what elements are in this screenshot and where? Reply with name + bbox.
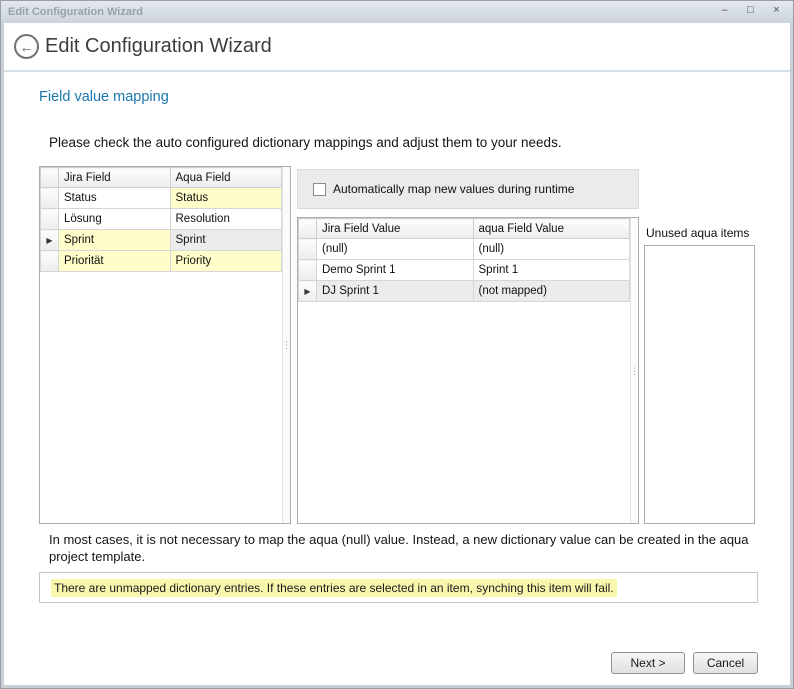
value-grid-scrollbar[interactable]: ⋮ bbox=[630, 218, 638, 523]
close-icon[interactable]: × bbox=[768, 3, 785, 18]
column-header-aqua-field[interactable]: Aqua Field bbox=[170, 168, 282, 188]
window-frame: Edit Configuration Wizard – □ × ← Edit C… bbox=[0, 0, 794, 689]
titlebar: Edit Configuration Wizard – □ × bbox=[1, 1, 793, 23]
jira-field-value-cell[interactable]: (null) bbox=[317, 239, 474, 260]
auto-map-checkbox-label[interactable]: Automatically map new values during runt… bbox=[333, 182, 574, 196]
field-mapping-table: Jira Field Aqua Field StatusStatusLösung… bbox=[40, 167, 282, 272]
current-row-marker[interactable]: ▶ bbox=[299, 281, 317, 302]
table-row: PrioritätPriority bbox=[41, 251, 282, 272]
warning-text: There are unmapped dictionary entries. I… bbox=[51, 579, 617, 597]
instruction-text: Please check the auto configured diction… bbox=[49, 135, 562, 150]
column-header-aqua-field-value[interactable]: aqua Field Value bbox=[473, 219, 630, 239]
section-title: Field value mapping bbox=[39, 89, 169, 105]
field-mapping-grid: Jira Field Aqua Field StatusStatusLösung… bbox=[39, 166, 291, 524]
window-title: Edit Configuration Wizard bbox=[8, 6, 143, 18]
aqua-field-value-cell[interactable]: (null) bbox=[473, 239, 630, 260]
row-selector[interactable] bbox=[299, 239, 317, 260]
row-selector[interactable] bbox=[41, 209, 59, 230]
value-mapping-grid: Jira Field Value aqua Field Value (null)… bbox=[297, 217, 639, 524]
jira-field-cell[interactable]: Lösung bbox=[59, 209, 171, 230]
next-button[interactable]: Next > bbox=[611, 652, 685, 674]
unused-aqua-items-listbox[interactable] bbox=[644, 245, 755, 524]
value-mapping-table: Jira Field Value aqua Field Value (null)… bbox=[298, 218, 630, 302]
maximize-icon[interactable]: □ bbox=[742, 3, 759, 18]
back-button[interactable]: ← bbox=[14, 34, 39, 59]
table-row: (null)(null) bbox=[299, 239, 630, 260]
aqua-field-value-cell[interactable]: (not mapped) bbox=[473, 281, 630, 302]
aqua-field-value-cell[interactable]: Sprint 1 bbox=[473, 260, 630, 281]
row-selector[interactable] bbox=[299, 260, 317, 281]
auto-map-checkbox[interactable] bbox=[313, 183, 326, 196]
aqua-field-cell[interactable]: Resolution bbox=[170, 209, 282, 230]
jira-field-cell[interactable]: Priorität bbox=[59, 251, 171, 272]
aqua-field-cell[interactable]: Sprint bbox=[170, 230, 282, 251]
unused-aqua-items-label: Unused aqua items bbox=[646, 226, 749, 240]
row-selector[interactable] bbox=[41, 188, 59, 209]
splitter-grip-icon: ⋮ bbox=[630, 368, 639, 374]
wizard-content: ← Edit Configuration Wizard Field value … bbox=[4, 23, 790, 685]
jira-field-value-cell[interactable]: DJ Sprint 1 bbox=[317, 281, 474, 302]
caption-buttons: – □ × bbox=[716, 3, 785, 18]
back-arrow-icon: ← bbox=[20, 39, 34, 55]
splitter-grip-icon: ⋮ bbox=[282, 342, 291, 348]
warning-box: There are unmapped dictionary entries. I… bbox=[39, 572, 758, 603]
column-header-jira-field-value[interactable]: Jira Field Value bbox=[317, 219, 474, 239]
row-selector[interactable] bbox=[41, 251, 59, 272]
row-selector-header bbox=[299, 219, 317, 239]
table-row: LösungResolution bbox=[41, 209, 282, 230]
field-grid-scrollbar[interactable]: ⋮ bbox=[282, 167, 290, 523]
auto-map-panel: Automatically map new values during runt… bbox=[297, 169, 639, 209]
jira-field-cell[interactable]: Sprint bbox=[59, 230, 171, 251]
value-table-header-row: Jira Field Value aqua Field Value bbox=[299, 219, 630, 239]
jira-field-cell[interactable]: Status bbox=[59, 188, 171, 209]
current-row-marker[interactable]: ▶ bbox=[41, 230, 59, 251]
table-row: ▶SprintSprint bbox=[41, 230, 282, 251]
table-row: StatusStatus bbox=[41, 188, 282, 209]
page-title: Edit Configuration Wizard bbox=[45, 23, 272, 70]
row-selector-header bbox=[41, 168, 59, 188]
aqua-field-cell[interactable]: Status bbox=[170, 188, 282, 209]
minimize-icon[interactable]: – bbox=[716, 3, 733, 18]
field-table-header-row: Jira Field Aqua Field bbox=[41, 168, 282, 188]
header-separator bbox=[4, 70, 790, 72]
table-row: Demo Sprint 1Sprint 1 bbox=[299, 260, 630, 281]
jira-field-value-cell[interactable]: Demo Sprint 1 bbox=[317, 260, 474, 281]
column-header-jira-field[interactable]: Jira Field bbox=[59, 168, 171, 188]
cancel-button[interactable]: Cancel bbox=[693, 652, 758, 674]
wizard-header: ← Edit Configuration Wizard bbox=[4, 23, 790, 70]
aqua-field-cell[interactable]: Priority bbox=[170, 251, 282, 272]
note-text: In most cases, it is not necessary to ma… bbox=[49, 531, 755, 565]
table-row: ▶DJ Sprint 1(not mapped) bbox=[299, 281, 630, 302]
